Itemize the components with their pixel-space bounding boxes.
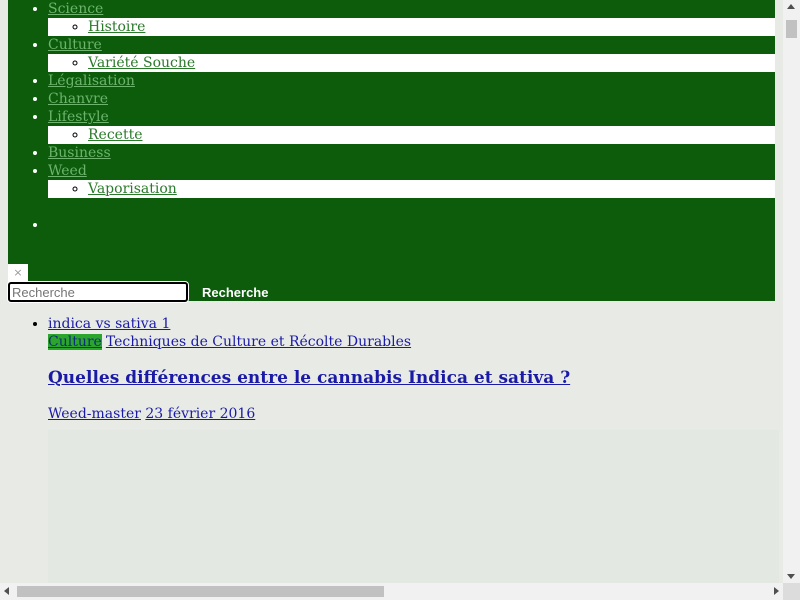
menu-item-legalisation: Légalisation bbox=[48, 72, 775, 90]
submenu-item-variete-souche: Variété Souche bbox=[88, 54, 775, 72]
search-close-button[interactable]: × bbox=[8, 264, 28, 282]
post-date-link[interactable]: 23 février 2016 bbox=[145, 406, 255, 422]
vertical-scroll-thumb[interactable] bbox=[786, 20, 797, 38]
nav-menu-panel: Science Histoire Culture Variété Souche … bbox=[8, 0, 775, 302]
submenu-lifestyle: Recette bbox=[48, 126, 775, 144]
search-button[interactable]: Recherche bbox=[196, 284, 274, 301]
submenu-link-vaporisation[interactable]: Vaporisation bbox=[88, 181, 177, 197]
post-categories: Culture Techniques de Culture et Récolte … bbox=[48, 334, 779, 350]
submenu-science: Histoire bbox=[48, 18, 775, 36]
submenu-culture: Variété Souche bbox=[48, 54, 775, 72]
horizontal-scroll-thumb[interactable] bbox=[17, 586, 384, 597]
submenu-item-recette: Recette bbox=[88, 126, 775, 144]
scrollbar-corner bbox=[783, 583, 800, 600]
menu-item-science: Science Histoire bbox=[48, 0, 775, 36]
menu-link-culture[interactable]: Culture bbox=[48, 37, 102, 53]
menu-item-empty bbox=[48, 216, 775, 234]
submenu-link-variete-souche[interactable]: Variété Souche bbox=[88, 55, 195, 71]
category-link[interactable]: Techniques de Culture et Récolte Durable… bbox=[106, 334, 411, 350]
submenu-item-histoire: Histoire bbox=[88, 18, 775, 36]
menu-item-business: Business bbox=[48, 144, 775, 162]
menu-link-chanvre[interactable]: Chanvre bbox=[48, 91, 108, 107]
submenu-link-recette[interactable]: Recette bbox=[88, 127, 143, 143]
menu-item-weed: Weed Vaporisation bbox=[48, 162, 775, 198]
horizontal-scrollbar[interactable] bbox=[0, 583, 783, 600]
search-input[interactable] bbox=[8, 282, 188, 302]
menu-link-science[interactable]: Science bbox=[48, 1, 103, 17]
submenu-weed: Vaporisation bbox=[48, 180, 775, 198]
post-meta: Weed-master 23 février 2016 bbox=[48, 406, 779, 422]
post-image-placeholder bbox=[48, 430, 779, 583]
post-author-link[interactable]: Weed-master bbox=[48, 406, 141, 422]
menu-item-lifestyle: Lifestyle Recette bbox=[48, 108, 775, 144]
menu-link-lifestyle[interactable]: Lifestyle bbox=[48, 109, 109, 125]
scroll-right-arrow-icon[interactable] bbox=[774, 587, 779, 595]
scroll-down-arrow-icon[interactable] bbox=[787, 574, 795, 579]
scroll-up-arrow-icon[interactable] bbox=[787, 4, 795, 9]
submenu-link-histoire[interactable]: Histoire bbox=[88, 19, 145, 35]
category-badge[interactable]: Culture bbox=[48, 334, 102, 350]
post-item: indica vs sativa 1 CultureTechniques de … bbox=[48, 316, 779, 422]
vertical-scrollbar[interactable] bbox=[783, 0, 800, 583]
post-list: indica vs sativa 1 CultureTechniques de … bbox=[8, 316, 779, 422]
main-menu: Science Histoire Culture Variété Souche … bbox=[8, 0, 775, 234]
menu-link-weed[interactable]: Weed bbox=[48, 163, 87, 179]
search-form: Recherche bbox=[8, 282, 274, 302]
menu-item-chanvre: Chanvre bbox=[48, 90, 775, 108]
menu-link-business[interactable]: Business bbox=[48, 145, 111, 161]
submenu-item-vaporisation: Vaporisation bbox=[88, 180, 775, 198]
post-image-link[interactable]: indica vs sativa 1 bbox=[48, 316, 170, 332]
post-title[interactable]: Quelles différences entre le cannabis In… bbox=[48, 368, 779, 388]
scroll-left-arrow-icon[interactable] bbox=[4, 587, 9, 595]
menu-link-legalisation[interactable]: Légalisation bbox=[48, 73, 135, 89]
menu-item-culture: Culture Variété Souche bbox=[48, 36, 775, 72]
